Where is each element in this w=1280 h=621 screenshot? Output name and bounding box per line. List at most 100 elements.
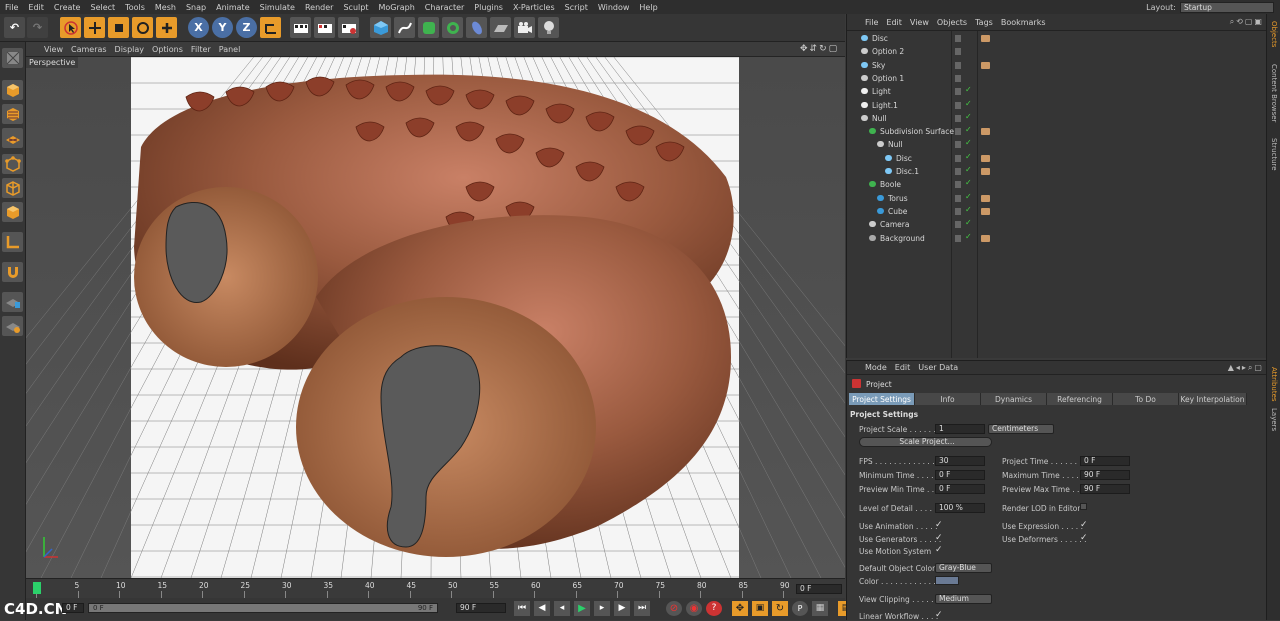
object-row[interactable]: Option 1 — [847, 72, 1267, 85]
viewport-navigation-icon[interactable]: ✥⇵↻▢ — [800, 44, 839, 54]
visibility-toggle-icon[interactable] — [955, 154, 961, 162]
max-time-field[interactable]: 90 F — [1080, 470, 1130, 480]
default-color-select[interactable]: Gray-Blue — [935, 563, 992, 573]
menu-item[interactable]: Window — [593, 3, 635, 12]
preview-min-field[interactable]: 0 F — [935, 484, 985, 494]
project-scale-field[interactable]: 1 — [935, 424, 985, 434]
light-icon[interactable] — [538, 17, 559, 38]
menu-item[interactable]: Sculpt — [338, 3, 373, 12]
material-tag-icon[interactable] — [981, 128, 990, 136]
menu-item[interactable]: X-Particles — [508, 3, 560, 12]
object-row[interactable]: Subdivision Surface ✓ — [847, 125, 1267, 138]
object-row[interactable]: Option 2 — [847, 45, 1267, 58]
points-mode-icon[interactable] — [2, 154, 23, 174]
attribute-tab[interactable]: Dynamics — [981, 393, 1047, 405]
rotation-key-icon[interactable]: ↻ — [772, 601, 788, 616]
side-tab-attributes[interactable]: Attributes — [1268, 364, 1280, 404]
object-row[interactable]: Null ✓ — [847, 138, 1267, 151]
menu-item[interactable]: Render — [300, 3, 338, 12]
object-row[interactable]: Sky — [847, 59, 1267, 72]
z-axis-icon[interactable]: Z — [236, 17, 257, 38]
object-row[interactable]: Boole ✓ — [847, 178, 1267, 191]
camera-icon[interactable] — [514, 17, 535, 38]
redo-icon[interactable]: ↷ — [27, 17, 48, 38]
menu-item[interactable]: Mesh — [150, 3, 181, 12]
menu-item[interactable]: File — [0, 3, 23, 12]
viewport-menu-item[interactable]: View — [40, 45, 67, 54]
visibility-toggle-icon[interactable] — [955, 221, 961, 229]
object-menu-item[interactable]: Tags — [971, 18, 997, 27]
object-menu-item[interactable]: File — [861, 18, 882, 27]
lock-workplane-icon[interactable] — [2, 292, 23, 312]
record-icon[interactable]: ⊘ — [666, 601, 682, 616]
x-axis-icon[interactable]: X — [188, 17, 209, 38]
color-swatch[interactable] — [935, 576, 959, 585]
model-mode-icon[interactable] — [2, 80, 23, 100]
menu-item[interactable]: Character — [420, 3, 470, 12]
visibility-toggle-icon[interactable] — [955, 168, 961, 175]
view-clipping-select[interactable]: Medium — [935, 594, 992, 604]
visibility-toggle-icon[interactable] — [955, 35, 961, 42]
object-menu-item[interactable]: Edit — [882, 18, 906, 27]
enabled-check-icon[interactable]: ✓ — [965, 232, 972, 241]
min-frame-field[interactable]: 0 F — [62, 603, 84, 613]
side-tab-objects[interactable]: Objects — [1268, 18, 1280, 50]
menu-item[interactable]: Animate — [211, 3, 255, 12]
play-icon[interactable]: ▶ — [574, 601, 590, 616]
scale-icon[interactable] — [108, 17, 129, 38]
use-animation-checkbox[interactable]: ✓ — [935, 520, 943, 530]
attribute-tab[interactable]: Key Interpolation — [1179, 393, 1247, 405]
object-menu-item[interactable]: Bookmarks — [997, 18, 1050, 27]
edges-mode-icon[interactable] — [2, 178, 23, 198]
material-tag-icon[interactable] — [981, 61, 990, 69]
object-row[interactable]: Light.1 ✓ — [847, 99, 1267, 112]
material-tag-icon[interactable] — [981, 168, 990, 175]
side-tab-content-browser[interactable]: Content Browser — [1268, 54, 1280, 132]
menu-item[interactable]: Tools — [120, 3, 150, 12]
object-menu-item[interactable]: View — [906, 18, 933, 27]
menu-item[interactable]: Snap — [181, 3, 211, 12]
visibility-toggle-icon[interactable] — [955, 194, 961, 202]
snap-icon[interactable] — [2, 262, 23, 282]
visibility-toggle-icon[interactable] — [955, 88, 961, 96]
object-row[interactable]: Cube ✓ — [847, 205, 1267, 218]
menu-item[interactable]: MoGraph — [373, 3, 419, 12]
enabled-check-icon[interactable]: ✓ — [965, 125, 972, 134]
go-to-end-icon[interactable]: ⏭ — [634, 601, 650, 616]
viewport-menu-item[interactable]: Display — [111, 45, 149, 54]
object-row[interactable]: Disc ✓ — [847, 152, 1267, 165]
array-icon[interactable] — [442, 17, 463, 38]
visibility-toggle-icon[interactable] — [955, 48, 961, 56]
current-frame-field[interactable]: 0 F — [796, 584, 842, 594]
attribute-tab[interactable]: Project Settings — [849, 393, 915, 405]
enabled-check-icon[interactable]: ✓ — [965, 165, 972, 174]
next-key-icon[interactable]: ▶ — [614, 601, 630, 616]
parameter-key-icon[interactable]: P — [792, 601, 808, 616]
visibility-toggle-icon[interactable] — [955, 141, 961, 149]
add-transform-icon[interactable] — [156, 17, 177, 38]
select-arrow-icon[interactable] — [60, 17, 81, 38]
workplane-mode-icon[interactable] — [2, 128, 23, 148]
menu-item[interactable]: Select — [85, 3, 120, 12]
enabled-check-icon[interactable]: ✓ — [965, 178, 972, 187]
material-tag-icon[interactable] — [981, 35, 990, 42]
rotate-icon[interactable] — [132, 17, 153, 38]
viewport-menu-item[interactable]: Options — [148, 45, 187, 54]
viewport-menu-item[interactable]: Filter — [187, 45, 215, 54]
lod-field[interactable]: 100 % — [935, 503, 985, 513]
project-time-field[interactable]: 0 F — [1080, 456, 1130, 466]
min-time-field[interactable]: 0 F — [935, 470, 985, 480]
previous-key-icon[interactable]: ◀ — [534, 601, 550, 616]
object-row[interactable]: Torus ✓ — [847, 192, 1267, 205]
enabled-check-icon[interactable]: ✓ — [965, 205, 972, 214]
use-expression-checkbox[interactable]: ✓ — [1080, 520, 1088, 530]
enabled-check-icon[interactable]: ✓ — [965, 152, 972, 161]
enabled-check-icon[interactable]: ✓ — [965, 99, 972, 108]
enabled-check-icon[interactable]: ✓ — [965, 112, 972, 121]
nurbs-icon[interactable] — [418, 17, 439, 38]
attribute-tab[interactable]: To Do — [1113, 393, 1179, 405]
render-view-icon[interactable] — [290, 17, 311, 38]
playhead[interactable] — [33, 582, 41, 594]
preview-max-field[interactable]: 90 F — [1080, 484, 1130, 494]
object-menu-item[interactable]: Objects — [933, 18, 971, 27]
